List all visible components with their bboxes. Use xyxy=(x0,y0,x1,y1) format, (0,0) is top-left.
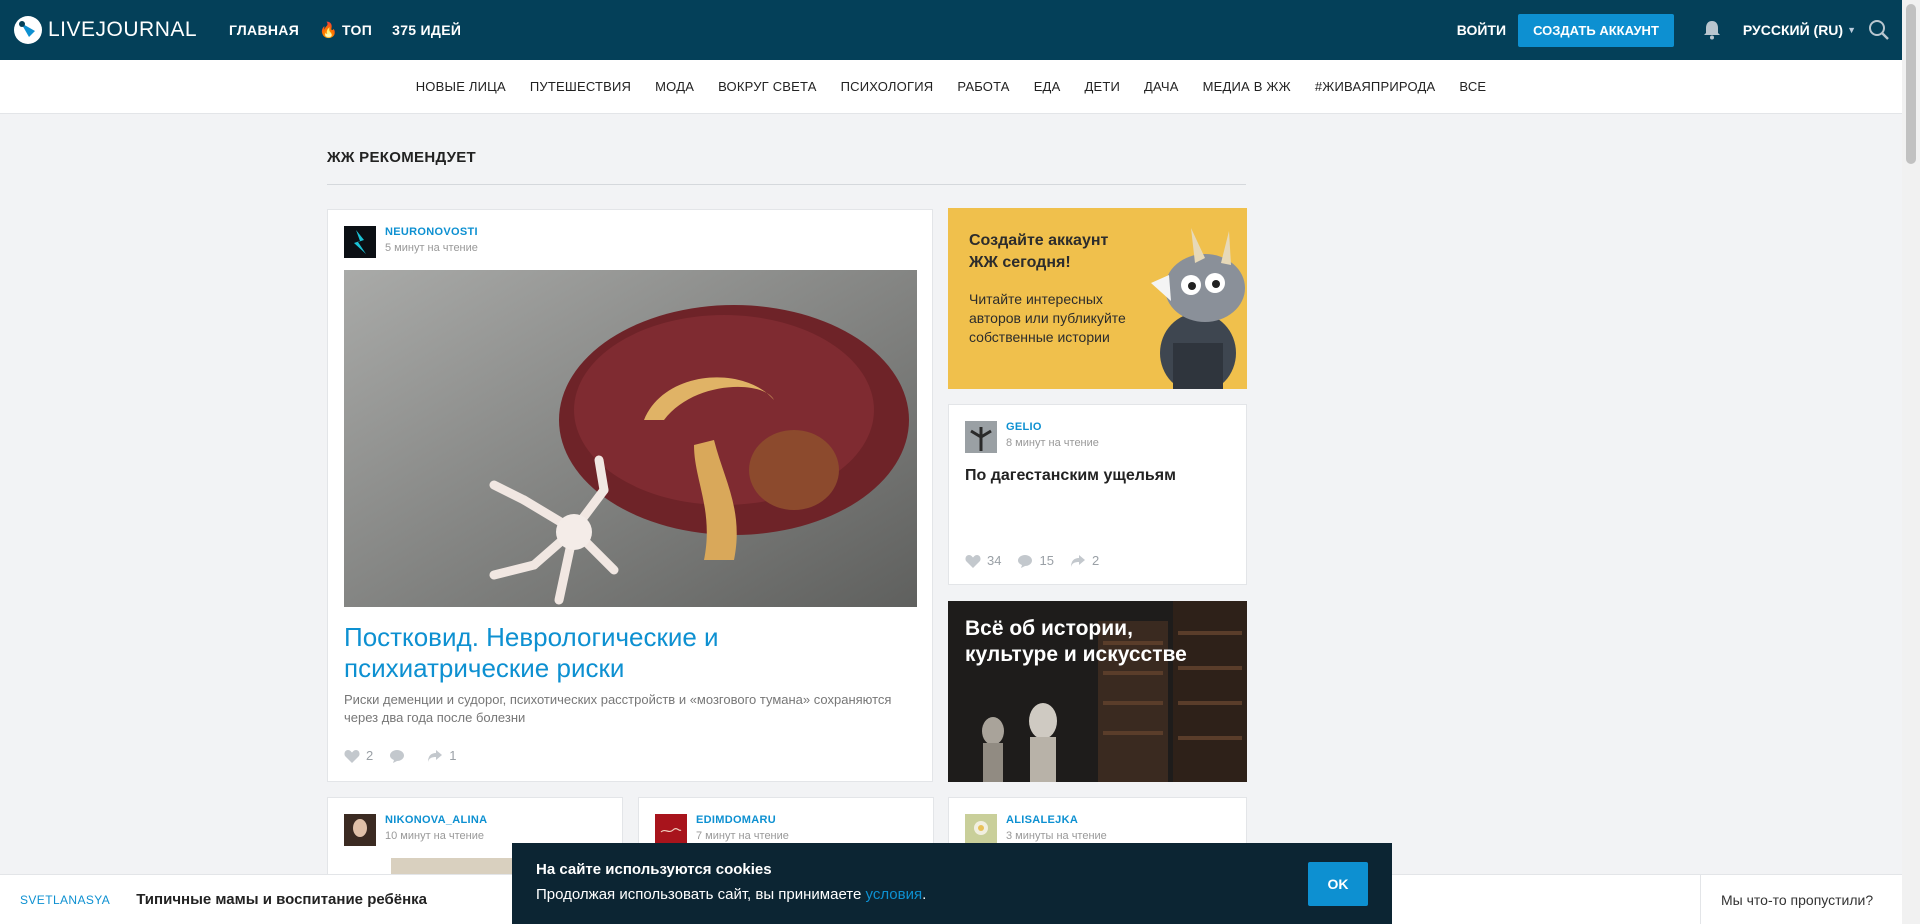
category-item[interactable]: ПСИХОЛОГИЯ xyxy=(841,79,934,94)
post-author: ALISALEJKA 3 минуты на чтение xyxy=(965,814,1230,846)
feature-banner[interactable]: Всё об истории, культуре и искусстве xyxy=(948,601,1247,782)
search-icon[interactable] xyxy=(1868,19,1890,41)
chevron-down-icon: ▼ xyxy=(1847,25,1856,35)
cookie-terms-link[interactable]: условия xyxy=(866,886,923,903)
post-image[interactable] xyxy=(344,270,917,607)
bottom-title[interactable]: Типичные мамы и воспитание ребёнка xyxy=(136,891,427,908)
cookie-banner: На сайте используются cookies Продолжая … xyxy=(512,843,1392,924)
avatar[interactable] xyxy=(655,814,687,846)
top-nav: ГЛАВНАЯ 🔥 ТОП 375 ИДЕЙ xyxy=(229,21,461,39)
heart-icon xyxy=(965,554,981,568)
top-header: LIVEJOURNAL ГЛАВНАЯ 🔥 ТОП 375 ИДЕЙ ВОЙТИ … xyxy=(0,0,1902,60)
nav-top[interactable]: 🔥 ТОП xyxy=(319,21,372,39)
post-author: NIKONOVA_ALINA 10 минут на чтение xyxy=(344,814,606,846)
category-item[interactable]: #ЖИВАЯПРИРОДА xyxy=(1315,79,1436,94)
main-post-card[interactable]: NEURONOVOSTI 5 минут на чтение Постковид… xyxy=(327,209,933,782)
category-item[interactable]: МЕДИА В ЖЖ xyxy=(1203,79,1291,94)
like-button[interactable]: 34 xyxy=(965,553,1001,568)
read-time: 8 минут на чтение xyxy=(1006,437,1099,450)
header-actions: ВОЙТИ СОЗДАТЬ АККАУНТ РУССКИЙ (RU) ▼ xyxy=(1457,0,1902,60)
read-time: 7 минут на чтение xyxy=(696,830,789,843)
post-title[interactable]: По дагестанским ущельям xyxy=(965,465,1230,487)
page-scrollbar[interactable] xyxy=(1902,0,1920,924)
cookie-text-after: . xyxy=(922,886,927,903)
share-icon xyxy=(1070,554,1085,567)
create-account-button[interactable]: СОЗДАТЬ АККАУНТ xyxy=(1518,13,1674,47)
section-divider xyxy=(327,184,1246,185)
section-title: ЖЖ РЕКОМЕНДУЕТ xyxy=(327,149,477,166)
promo-title: Создайте аккаунт ЖЖ сегодня! xyxy=(969,232,1109,271)
logo-icon xyxy=(14,16,42,44)
nav-top-label: ТОП xyxy=(342,22,373,38)
heart-icon xyxy=(344,749,360,763)
author-name[interactable]: ALISALEJKA xyxy=(1006,814,1107,827)
repost-button[interactable]: 2 xyxy=(1070,553,1099,568)
feature-title: Всё об истории, культуре и искусстве xyxy=(965,617,1187,666)
nav-home[interactable]: ГЛАВНАЯ xyxy=(229,21,299,39)
category-item[interactable]: ПУТЕШЕСТВИЯ xyxy=(530,79,631,94)
category-nav: НОВЫЕ ЛИЦА ПУТЕШЕСТВИЯ МОДА ВОКРУГ СВЕТА… xyxy=(0,60,1902,114)
comment-button[interactable]: 15 xyxy=(1017,553,1054,568)
category-item[interactable]: НОВЫЕ ЛИЦА xyxy=(416,79,506,94)
category-item[interactable]: МОДА xyxy=(655,79,694,94)
avatar[interactable] xyxy=(344,814,376,846)
read-time: 3 минуты на чтение xyxy=(1006,830,1107,843)
post-author: NEURONOVOSTI 5 минут на чтение xyxy=(344,226,916,258)
logo-text: LIVEJOURNAL xyxy=(48,18,198,41)
comments-count: 15 xyxy=(1039,553,1054,568)
read-time: 10 минут на чтение xyxy=(385,830,485,843)
bottom-author[interactable]: SVETLANASYA xyxy=(20,893,110,907)
read-time: 5 минут на чтение xyxy=(385,242,478,255)
flame-icon: 🔥 xyxy=(319,22,339,39)
missed-something-link[interactable]: Мы что-то пропустили? xyxy=(1700,875,1902,924)
comment-icon xyxy=(390,749,405,763)
reposts-count: 2 xyxy=(1091,553,1100,568)
avatar[interactable] xyxy=(965,814,997,846)
cookie-title: На сайте используются cookies xyxy=(536,861,772,878)
nav-ideas[interactable]: 375 ИДЕЙ xyxy=(392,21,461,39)
category-item[interactable]: ВОКРУГ СВЕТА xyxy=(718,79,817,94)
side-post-card[interactable]: GELIO 8 минут на чтение По дагестанским … xyxy=(948,404,1247,585)
category-item[interactable]: РАБОТА xyxy=(957,79,1009,94)
livejournal-logo[interactable]: LIVEJOURNAL xyxy=(14,16,197,44)
comment-button[interactable] xyxy=(389,749,411,763)
post-author: GELIO 8 минут на чтение xyxy=(965,421,1230,453)
cookie-text: Продолжая использовать сайт, вы принимае… xyxy=(536,886,1368,903)
author-name[interactable]: GELIO xyxy=(1006,421,1099,434)
login-link[interactable]: ВОЙТИ xyxy=(1457,22,1506,38)
author-name[interactable]: NIKONOVA_ALINA xyxy=(385,814,487,827)
author-name[interactable]: NEURONOVOSTI xyxy=(385,226,478,239)
category-item[interactable]: ДАЧА xyxy=(1144,79,1179,94)
likes-count: 2 xyxy=(366,748,374,763)
cookie-ok-button[interactable]: OK xyxy=(1308,862,1368,906)
post-title[interactable]: Постковид. Неврологические и психиатриче… xyxy=(344,622,904,684)
comment-icon xyxy=(1018,554,1033,568)
mascot-illustration xyxy=(1151,228,1245,389)
avatar[interactable] xyxy=(965,421,997,453)
author-name[interactable]: EDIMDOMARU xyxy=(696,814,789,827)
cookie-text-before: Продолжая использовать сайт, вы принимае… xyxy=(536,886,866,903)
like-button[interactable]: 2 xyxy=(344,748,373,763)
scrollbar-thumb[interactable] xyxy=(1906,4,1916,164)
avatar[interactable] xyxy=(344,226,376,258)
share-icon xyxy=(428,749,443,762)
post-author: EDIMDOMARU 7 минут на чтение xyxy=(655,814,917,846)
language-label: РУССКИЙ (RU) xyxy=(1742,22,1844,38)
reposts-count: 1 xyxy=(449,748,457,763)
post-lead: Риски деменции и судорог, психотических … xyxy=(344,692,892,725)
post-stats: 34 15 2 xyxy=(965,553,1099,568)
repost-button[interactable]: 1 xyxy=(427,748,456,763)
category-item[interactable]: ВСЕ xyxy=(1459,79,1486,94)
likes-count: 34 xyxy=(987,553,1002,568)
category-item[interactable]: ЕДА xyxy=(1034,79,1061,94)
language-selector[interactable]: РУССКИЙ (RU) ▼ xyxy=(1743,22,1856,38)
promo-text: Читайте интересных авторов или публикуйт… xyxy=(969,291,1126,345)
signup-promo-banner[interactable]: Создайте аккаунт ЖЖ сегодня! Читайте инт… xyxy=(948,208,1247,389)
category-item[interactable]: ДЕТИ xyxy=(1084,79,1120,94)
post-stats: 2 1 xyxy=(344,748,456,763)
bell-icon[interactable] xyxy=(1703,20,1721,40)
